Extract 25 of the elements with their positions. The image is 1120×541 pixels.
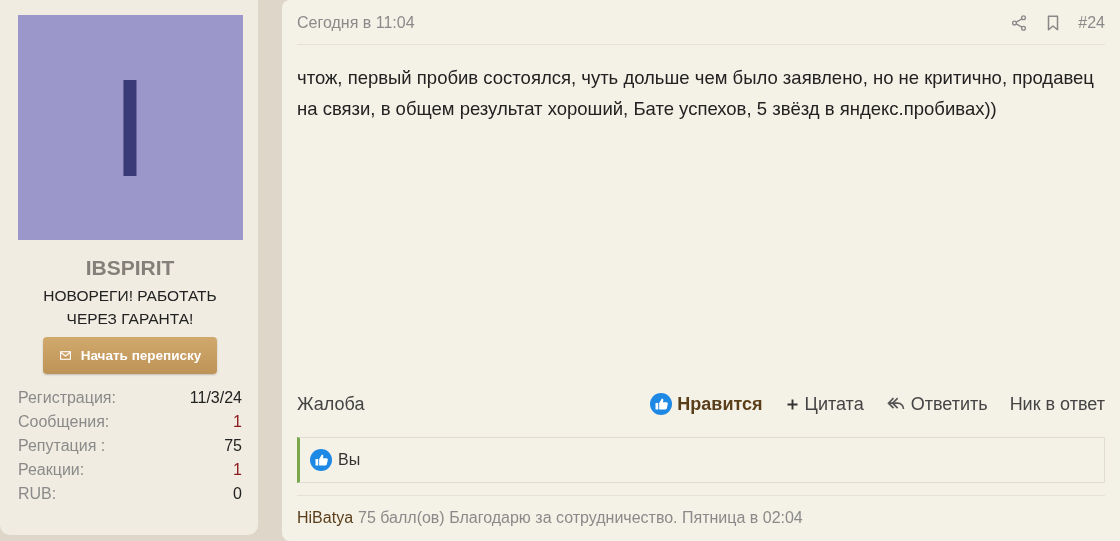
- stat-value: 11/3/24: [189, 389, 242, 407]
- reply-link[interactable]: Ответить: [885, 393, 988, 415]
- signature-user[interactable]: HiBatya: [297, 509, 354, 527]
- reaction-users[interactable]: Вы: [338, 451, 361, 469]
- stat-label: RUB:: [18, 485, 57, 503]
- signature-text: 75 балл(ов) Благодарю за сотрудничество. Пятница в 02:04: [358, 509, 803, 527]
- report-link[interactable]: Жалоба: [297, 393, 365, 415]
- stat-label: Сообщения:: [18, 413, 110, 431]
- stat-label: Регистрация:: [18, 389, 116, 407]
- stat-label: Реакции:: [18, 461, 85, 479]
- like-link[interactable]: Нравится: [650, 393, 763, 415]
- post-text: чтож, первый пробив состоялся, чуть дольше чем было заявлено, но не критично, продавец на связи, в общем результат хороший, Бате успехов, 5 звёзд в яндекс.пробивах)): [297, 66, 1095, 121]
- avatar: I: [17, 15, 243, 240]
- quote-link[interactable]: Цитата: [784, 393, 864, 415]
- mention-link[interactable]: Ник в ответ: [1009, 393, 1105, 415]
- envelope-icon: [58, 349, 72, 362]
- thumbs-up-icon: [650, 393, 673, 415]
- share-icon: [1010, 13, 1029, 32]
- stat-value: 1: [233, 413, 242, 431]
- thumbs-up-icon: [310, 449, 332, 471]
- stat-value: 75: [224, 437, 242, 455]
- stat-value: 1: [233, 461, 242, 479]
- stat-label: Репутация :: [18, 437, 106, 455]
- user-title: НОВОРЕГИ! РАБОТАТЬ ЧЕРЕЗ ГАРАНТА!: [42, 286, 218, 329]
- stat-value: 0: [233, 485, 242, 503]
